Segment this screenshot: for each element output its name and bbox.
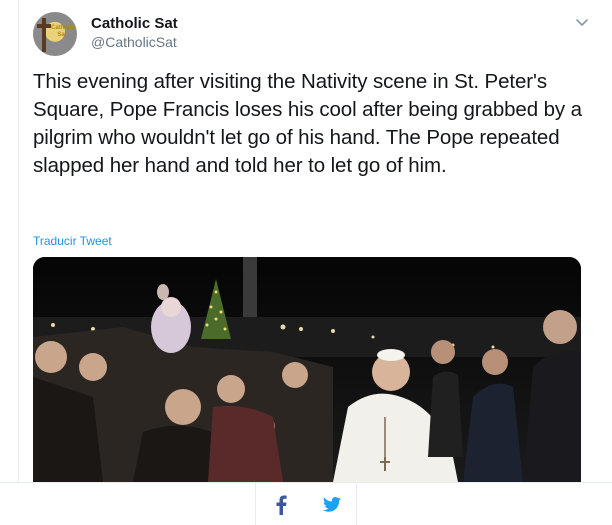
tweet-header: Catholic Sat Catholic Sat @CatholicSat	[33, 12, 593, 56]
avatar[interactable]: Catholic Sat	[33, 12, 77, 56]
share-twitter-button[interactable]	[307, 483, 357, 525]
tweet-menu-button[interactable]	[573, 16, 591, 30]
tweet-card: Catholic Sat Catholic Sat @CatholicSat T…	[18, 0, 612, 482]
translate-tweet-link[interactable]: Traducir Tweet	[33, 234, 112, 248]
tweet-text: This evening after visiting the Nativity…	[33, 70, 582, 177]
chevron-down-icon	[576, 19, 588, 26]
photo-scene	[33, 257, 581, 482]
display-name[interactable]: Catholic Sat	[91, 15, 178, 32]
facebook-icon	[276, 495, 287, 515]
twitter-icon	[323, 497, 341, 512]
user-handle[interactable]: @CatholicSat	[91, 34, 177, 50]
share-facebook-button[interactable]	[256, 483, 306, 525]
avatar-logo-text: Catholic Sat	[51, 25, 75, 38]
share-bar	[0, 482, 612, 525]
tweet-photo[interactable]	[33, 257, 581, 482]
share-button-group	[255, 483, 357, 525]
